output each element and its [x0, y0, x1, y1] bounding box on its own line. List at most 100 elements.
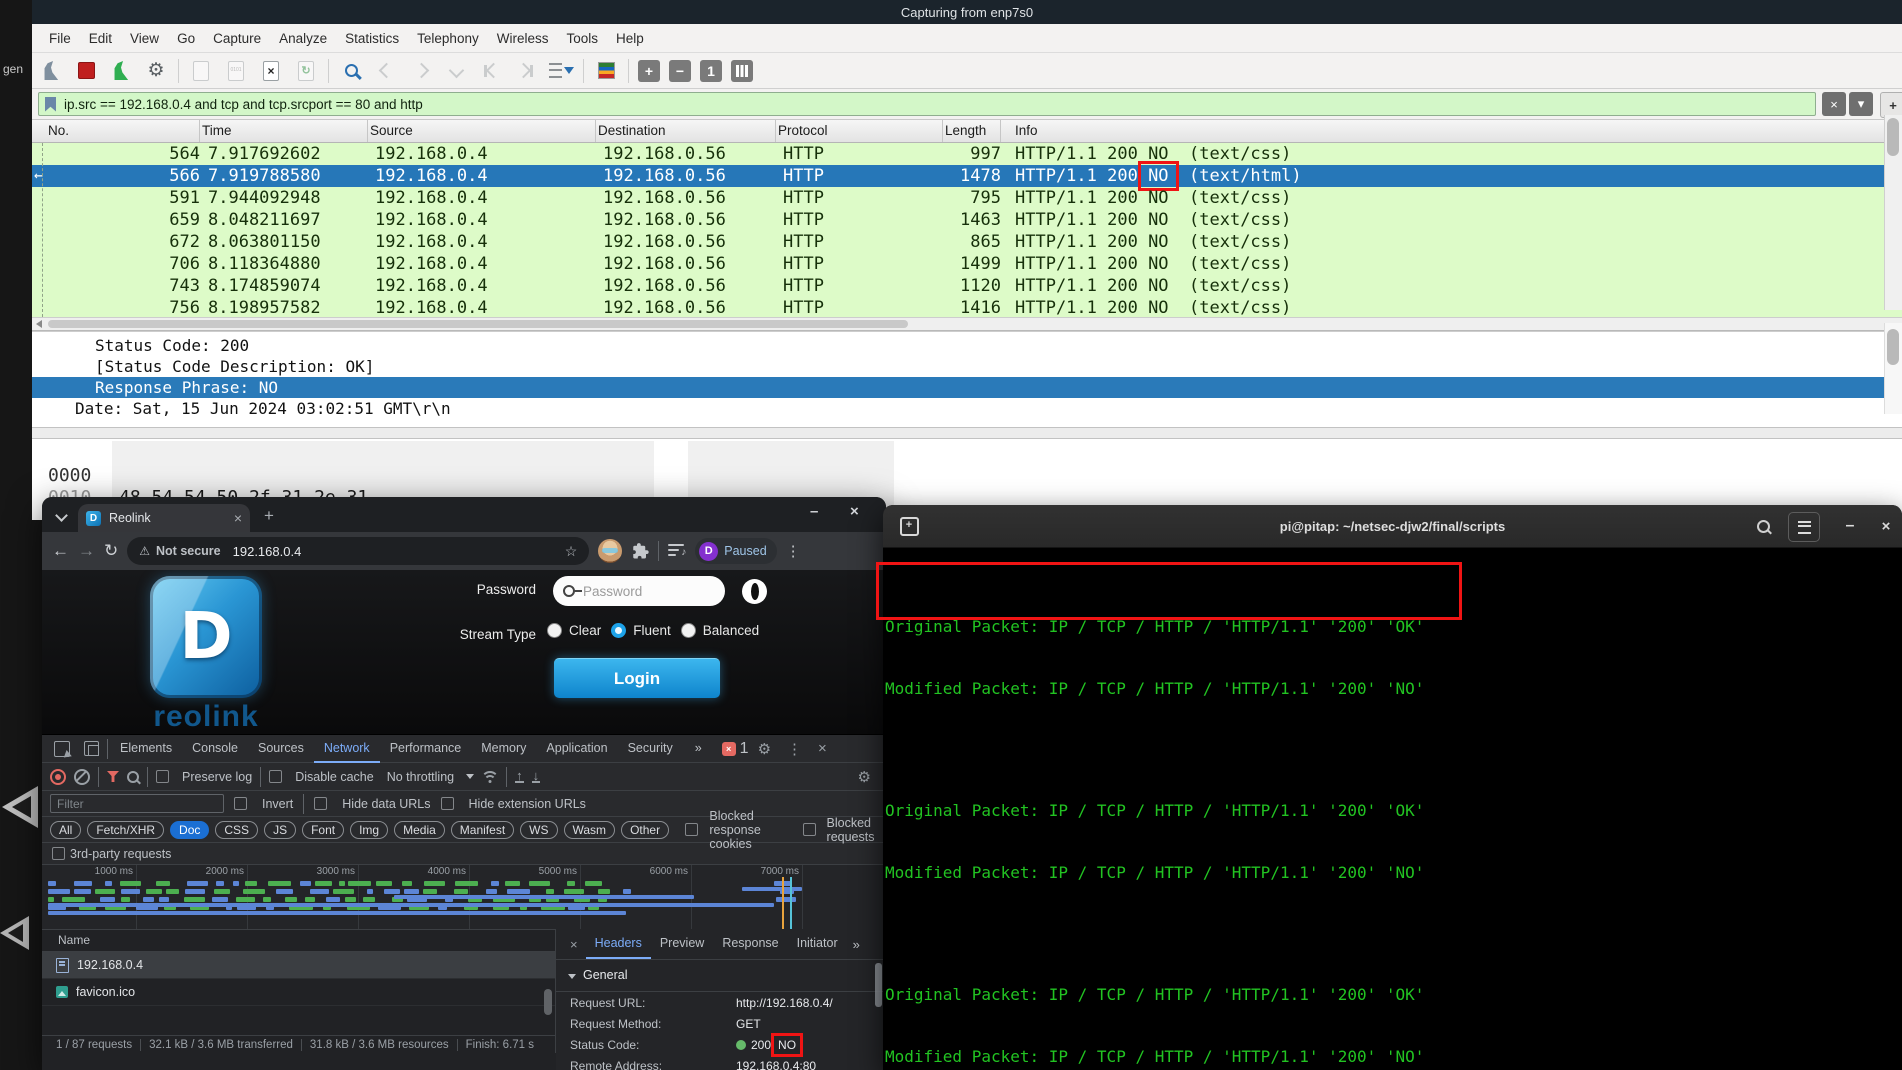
devtools-tab[interactable]: Memory — [471, 735, 536, 763]
packet-row[interactable]: 743 8.174859074 192.168.0.4 192.168.0.56… — [32, 275, 1902, 297]
extensions-puzzle-icon[interactable] — [631, 542, 649, 560]
stream-type-radio[interactable] — [681, 623, 696, 638]
wireshark-menu-item[interactable]: Wireless — [488, 31, 558, 46]
vscroll-thumb[interactable] — [1887, 118, 1899, 156]
general-section-header[interactable]: General — [556, 960, 886, 992]
packet-list-hscrollbar[interactable] — [32, 317, 1902, 331]
stop-capture-button[interactable] — [73, 58, 99, 84]
go-to-packet-button[interactable] — [443, 58, 469, 84]
request-type-chip[interactable]: CSS — [215, 821, 258, 839]
zoom-reset-button[interactable]: 1 — [700, 60, 722, 82]
wireshark-menu-item[interactable]: Help — [607, 31, 653, 46]
back-button[interactable]: ← — [52, 541, 69, 561]
third-party-label[interactable]: 3rd-party requests — [70, 847, 171, 861]
headers-panel-tab[interactable]: Response — [713, 929, 787, 959]
devtools-kebab-icon[interactable]: ⋮ — [780, 740, 809, 758]
stream-type-option-label[interactable]: Clear — [569, 623, 601, 638]
request-type-chip[interactable]: Other — [621, 821, 669, 839]
devtools-tab[interactable]: Security — [618, 735, 683, 763]
clear-filter-button[interactable]: × — [1822, 92, 1846, 116]
wireshark-menu-item[interactable]: Telephony — [408, 31, 488, 46]
browser-menu-kebab-icon[interactable]: ⋮ — [786, 542, 801, 560]
clear-network-log-button[interactable] — [74, 769, 90, 785]
preserve-log-label[interactable]: Preserve log — [182, 770, 252, 784]
browser-tab[interactable]: D Reolink × — [78, 504, 250, 532]
column-header-time[interactable]: Time — [200, 120, 368, 142]
tab-search-button[interactable] — [52, 506, 70, 524]
request-type-chip[interactable]: JS — [264, 821, 296, 839]
packet-row[interactable]: 566 7.919788580 192.168.0.4 192.168.0.56… — [32, 165, 1902, 187]
close-details-icon[interactable]: × — [564, 937, 584, 952]
request-type-chip[interactable]: Manifest — [451, 821, 514, 839]
pane-splitter[interactable] — [32, 427, 1902, 439]
terminal-search-button[interactable] — [1748, 512, 1778, 540]
close-file-button[interactable]: × — [258, 58, 284, 84]
devtools-settings-gear-icon[interactable]: ⚙ — [751, 740, 778, 758]
invert-label[interactable]: Invert — [262, 797, 293, 811]
packet-row[interactable]: 756 8.198957582 192.168.0.4 192.168.0.56… — [32, 297, 1902, 317]
devtools-tab[interactable]: Performance — [380, 735, 472, 763]
show-password-eye-icon[interactable] — [742, 579, 767, 604]
bookmark-icon[interactable] — [45, 97, 56, 112]
request-row[interactable]: favicon.ico — [42, 979, 555, 1006]
disable-cache-checkbox[interactable] — [269, 770, 282, 783]
open-file-button[interactable] — [188, 58, 214, 84]
column-header-protocol[interactable]: Protocol — [776, 120, 943, 142]
detail-row[interactable]: Status Code: 200 — [32, 335, 1902, 356]
request-url-value[interactable]: http://192.168.0.4/ — [736, 996, 833, 1010]
filter-expression-dropdown[interactable]: ▾ — [1849, 92, 1873, 116]
name-column-header[interactable]: Name — [42, 929, 555, 952]
wireshark-menu-item[interactable]: File — [40, 31, 80, 46]
go-forward-button[interactable] — [408, 58, 434, 84]
device-toolbar-icon[interactable] — [84, 741, 99, 756]
devtools-tab[interactable]: Elements — [110, 735, 182, 763]
wireshark-menu-item[interactable]: Analyze — [270, 31, 336, 46]
packet-row[interactable]: 591 7.944092948 192.168.0.4 192.168.0.56… — [32, 187, 1902, 209]
hscroll-thumb[interactable] — [48, 320, 908, 328]
forward-button[interactable]: → — [78, 541, 95, 561]
go-back-button[interactable] — [373, 58, 399, 84]
filter-funnel-icon[interactable] — [107, 771, 119, 782]
password-field[interactable]: Password — [553, 576, 725, 606]
detail-row[interactable]: Response Phrase: NO — [32, 377, 1884, 398]
detail-row[interactable]: Date: Sat, 15 Jun 2024 03:02:51 GMT\r\n — [32, 398, 1902, 419]
network-filter-input[interactable] — [50, 794, 224, 813]
display-filter-input[interactable]: ip.src == 192.168.0.4 and tcp and tcp.sr… — [38, 92, 1816, 116]
start-capture-button[interactable] — [38, 58, 64, 84]
hide-data-urls-label[interactable]: Hide data URLs — [342, 797, 430, 811]
minimize-window-button[interactable]: – — [810, 503, 818, 520]
reload-file-button[interactable]: ↻ — [293, 58, 319, 84]
hide-data-urls-checkbox[interactable] — [314, 797, 327, 810]
wireshark-menu-item[interactable]: Capture — [204, 31, 270, 46]
throttling-dropdown[interactable]: No throttling — [387, 770, 454, 784]
bookmark-star-icon[interactable]: ☆ — [565, 543, 578, 560]
search-network-icon[interactable] — [127, 771, 139, 783]
network-conditions-icon[interactable] — [482, 771, 498, 783]
new-tab-button[interactable]: + — [264, 507, 274, 524]
vscroll-thumb[interactable] — [1887, 329, 1899, 365]
invert-checkbox[interactable] — [234, 797, 247, 810]
import-har-icon[interactable]: ↑ — [515, 770, 524, 783]
more-tabs-chevron[interactable]: » — [685, 735, 712, 763]
close-tab-icon[interactable]: × — [234, 510, 242, 526]
headers-panel-tab[interactable]: Initiator — [788, 929, 847, 959]
detail-pane-scrollbar[interactable] — [1884, 323, 1902, 414]
close-window-button[interactable]: × — [850, 503, 859, 520]
devtools-close-icon[interactable]: × — [811, 740, 834, 757]
wireshark-menu-item[interactable]: Tools — [557, 31, 607, 46]
terminal-close-button[interactable]: × — [1871, 512, 1901, 540]
request-row[interactable]: 192.168.0.4 — [42, 952, 555, 979]
blocked-cookies-checkbox[interactable] — [685, 823, 698, 836]
address-bar[interactable]: ⚠ Not secure 192.168.0.4 ☆ — [127, 537, 589, 565]
url-text[interactable]: 192.168.0.4 — [233, 544, 559, 559]
table-scrollbar-thumb[interactable] — [544, 989, 552, 1015]
request-type-chip[interactable]: Media — [394, 821, 445, 839]
colorize-button[interactable] — [593, 58, 619, 84]
wireshark-menu-item[interactable]: Statistics — [336, 31, 408, 46]
column-header-destination[interactable]: Destination — [596, 120, 776, 142]
request-type-chip[interactable]: Doc — [170, 821, 209, 839]
stream-type-radio[interactable] — [611, 623, 626, 638]
restart-capture-button[interactable] — [108, 58, 134, 84]
hide-extension-urls-checkbox[interactable] — [441, 797, 454, 810]
headers-panel-tab[interactable]: Preview — [651, 929, 713, 959]
